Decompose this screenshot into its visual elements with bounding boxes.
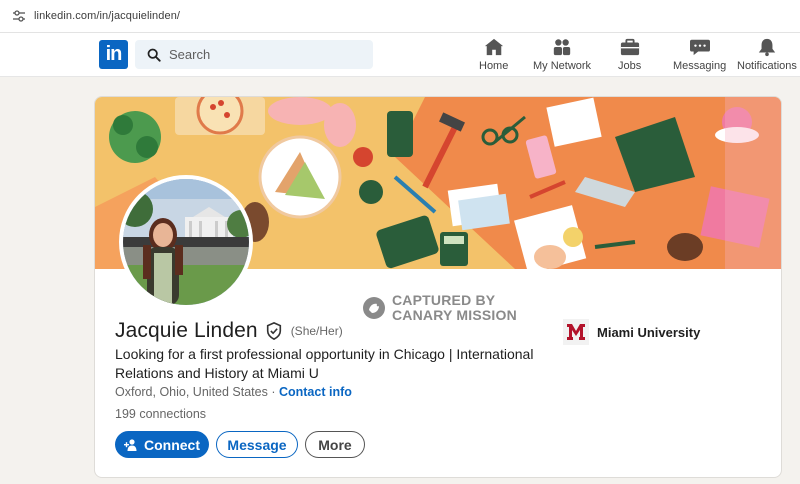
connect-button[interactable]: Connect bbox=[115, 431, 209, 458]
profile-headline: Looking for a first professional opportu… bbox=[115, 346, 534, 381]
nav-home-label: Home bbox=[479, 60, 509, 72]
nav-notifications[interactable]: Notifications bbox=[737, 37, 797, 75]
school-name: Miami University bbox=[597, 324, 701, 340]
profile-location-row: Oxford, Ohio, United States · Contact in… bbox=[115, 385, 352, 399]
nav-notifications-label: Notifications bbox=[737, 60, 797, 72]
nav-messaging[interactable]: Messaging bbox=[673, 37, 726, 75]
chat-icon bbox=[689, 39, 710, 56]
profile-connections[interactable]: 199 connections bbox=[115, 407, 206, 421]
profile-name-row: Jacquie Linden (She/Her) bbox=[115, 319, 343, 343]
watermark-line-1: CAPTURED BY bbox=[392, 292, 496, 308]
location-separator: · bbox=[267, 385, 279, 399]
canary-bird-icon bbox=[363, 297, 385, 319]
more-button[interactable]: More bbox=[305, 431, 365, 458]
profile-card: CAPTURED BY CANARY MISSION Jacquie Linde… bbox=[94, 96, 782, 478]
bell-icon bbox=[758, 38, 776, 57]
watermark-text: CAPTURED BY CANARY MISSION bbox=[392, 293, 517, 323]
profile-photo[interactable] bbox=[119, 175, 253, 309]
contact-info-link[interactable]: Contact info bbox=[279, 385, 352, 399]
url-text[interactable]: linkedin.com/in/jacquielinden/ bbox=[34, 10, 180, 22]
top-navigation: in Home My Network Jobs Messagi bbox=[0, 33, 800, 77]
briefcase-icon bbox=[620, 38, 639, 56]
connect-button-label: Connect bbox=[144, 436, 200, 453]
nav-my-network-label: My Network bbox=[533, 60, 592, 72]
miami-university-logo bbox=[563, 319, 589, 345]
linkedin-logo[interactable]: in bbox=[99, 40, 128, 69]
verified-shield-icon[interactable] bbox=[265, 322, 283, 340]
nav-my-network[interactable]: My Network bbox=[533, 37, 591, 75]
nav-jobs-label: Jobs bbox=[618, 60, 642, 72]
search-icon bbox=[147, 48, 161, 62]
profile-location: Oxford, Ohio, United States bbox=[115, 385, 268, 399]
nav-home[interactable]: Home bbox=[479, 37, 508, 75]
add-person-icon bbox=[124, 438, 137, 451]
message-button[interactable]: Message bbox=[216, 431, 298, 458]
search-input[interactable] bbox=[169, 47, 359, 62]
home-icon bbox=[484, 38, 503, 56]
nav-jobs[interactable]: Jobs bbox=[618, 37, 641, 75]
watermark-line-2: CANARY MISSION bbox=[392, 307, 517, 323]
profile-photo-image bbox=[123, 179, 249, 305]
search-box[interactable] bbox=[135, 40, 373, 69]
school-link[interactable]: Miami University bbox=[563, 319, 700, 345]
profile-pronouns: (She/Her) bbox=[290, 324, 343, 338]
profile-name: Jacquie Linden bbox=[115, 319, 258, 342]
browser-url-bar[interactable]: linkedin.com/in/jacquielinden/ bbox=[0, 0, 800, 33]
nav-messaging-label: Messaging bbox=[673, 60, 727, 72]
network-icon bbox=[553, 39, 571, 56]
site-settings-icon[interactable] bbox=[12, 9, 26, 23]
captured-by-canary-mission-watermark: CAPTURED BY CANARY MISSION bbox=[362, 293, 517, 323]
miami-m-logo-icon bbox=[567, 324, 585, 340]
